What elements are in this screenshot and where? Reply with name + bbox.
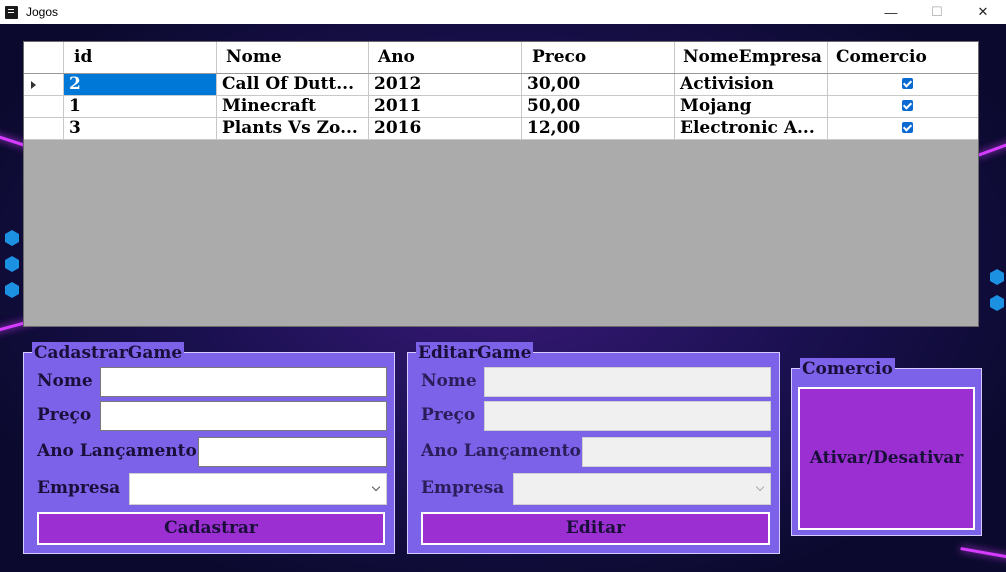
cell-id[interactable]: 3 xyxy=(64,118,217,139)
cell-empresa[interactable]: Mojang xyxy=(675,96,828,117)
preco-label: Preço xyxy=(37,405,92,425)
ano-lancamento-input-disabled xyxy=(582,437,771,467)
hexagon-decoration xyxy=(990,295,1004,311)
checkbox-checked-icon[interactable] xyxy=(902,100,913,111)
cell-nome[interactable]: Minecraft xyxy=(217,96,369,117)
table-row[interactable]: 2 Call Of Dutt... 2012 30,00 Activision xyxy=(24,74,978,96)
editar-game-group: EditarGame Nome Preço Ano Lançamento Emp… xyxy=(407,342,780,554)
empresa-label: Empresa xyxy=(421,478,505,498)
cell-nome[interactable]: Plants Vs Zo... xyxy=(217,118,369,139)
nome-input-disabled xyxy=(484,367,771,397)
cell-preco[interactable]: 30,00 xyxy=(522,74,675,95)
cell-preco[interactable]: 50,00 xyxy=(522,96,675,117)
ativar-desativar-button[interactable]: Ativar/Desativar xyxy=(798,387,975,530)
column-header-nomeempresa[interactable]: NomeEmpresa xyxy=(675,42,828,73)
ano-lancamento-input[interactable] xyxy=(198,437,387,467)
window-controls: — ☐ ✕ xyxy=(868,0,1006,24)
current-row-arrow-icon xyxy=(31,81,36,89)
ano-lancamento-label: Ano Lançamento xyxy=(37,441,197,461)
editar-game-legend: EditarGame xyxy=(416,342,534,364)
close-button[interactable]: ✕ xyxy=(960,0,1006,24)
row-header[interactable] xyxy=(24,96,64,117)
column-header-comercio[interactable]: Comercio xyxy=(828,42,978,73)
hexagon-decoration xyxy=(5,230,19,246)
column-header-ano[interactable]: Ano xyxy=(369,42,522,73)
comercio-legend: Comercio xyxy=(800,358,895,380)
editar-button[interactable]: Editar xyxy=(421,512,770,545)
hexagon-decoration xyxy=(5,282,19,298)
grid-header: id Nome Ano Preco NomeEmpresa Comercio xyxy=(24,42,978,74)
nome-label: Nome xyxy=(421,371,477,391)
column-header-nome[interactable]: Nome xyxy=(217,42,369,73)
table-row[interactable]: 3 Plants Vs Zo... 2016 12,00 Electronic … xyxy=(24,118,978,140)
cell-preco[interactable]: 12,00 xyxy=(522,118,675,139)
cell-comercio[interactable] xyxy=(828,74,978,95)
cell-empresa[interactable]: Electronic A... xyxy=(675,118,828,139)
nome-label: Nome xyxy=(37,371,93,391)
table-row[interactable]: 1 Minecraft 2011 50,00 Mojang xyxy=(24,96,978,118)
title-bar: Jogos — ☐ ✕ xyxy=(0,0,1006,24)
preco-label: Preço xyxy=(421,405,476,425)
cadastrar-game-legend: CadastrarGame xyxy=(32,342,185,364)
cell-empresa[interactable]: Activision xyxy=(675,74,828,95)
cell-id[interactable]: 1 xyxy=(64,96,217,117)
cell-comercio[interactable] xyxy=(828,96,978,117)
empresa-select[interactable] xyxy=(129,473,387,505)
chevron-down-icon xyxy=(371,482,381,492)
cell-ano[interactable]: 2012 xyxy=(369,74,522,95)
nome-input[interactable] xyxy=(100,367,387,397)
checkbox-checked-icon[interactable] xyxy=(902,78,913,89)
column-header-id[interactable]: id xyxy=(64,42,217,73)
hexagon-decoration xyxy=(5,256,19,272)
cadastrar-game-group: CadastrarGame Nome Preço Ano Lançamento … xyxy=(23,342,395,554)
preco-input[interactable] xyxy=(100,401,387,431)
row-header-corner xyxy=(24,42,64,73)
chevron-down-icon xyxy=(755,482,765,492)
neon-line xyxy=(960,547,1006,564)
cadastrar-button[interactable]: Cadastrar xyxy=(37,512,385,545)
comercio-group: Comercio Ativar/Desativar xyxy=(791,358,982,536)
row-header[interactable] xyxy=(24,118,64,139)
empresa-select-disabled xyxy=(513,473,771,505)
games-data-grid[interactable]: id Nome Ano Preco NomeEmpresa Comercio 2… xyxy=(23,41,979,327)
preco-input-disabled xyxy=(484,401,771,431)
maximize-button[interactable]: ☐ xyxy=(914,0,960,24)
cell-id[interactable]: 2 xyxy=(64,74,217,95)
cell-comercio[interactable] xyxy=(828,118,978,139)
row-header[interactable] xyxy=(24,74,64,95)
checkbox-checked-icon[interactable] xyxy=(902,122,913,133)
hexagon-decoration xyxy=(990,269,1004,285)
column-header-preco[interactable]: Preco xyxy=(522,42,675,73)
cell-ano[interactable]: 2016 xyxy=(369,118,522,139)
minimize-button[interactable]: — xyxy=(868,0,914,24)
window-title: Jogos xyxy=(26,5,59,19)
ano-lancamento-label: Ano Lançamento xyxy=(421,441,581,461)
cell-ano[interactable]: 2011 xyxy=(369,96,522,117)
app-icon xyxy=(5,5,18,19)
neon-line xyxy=(976,133,1006,158)
cell-nome[interactable]: Call Of Dutt... xyxy=(217,74,369,95)
empresa-label: Empresa xyxy=(37,478,121,498)
